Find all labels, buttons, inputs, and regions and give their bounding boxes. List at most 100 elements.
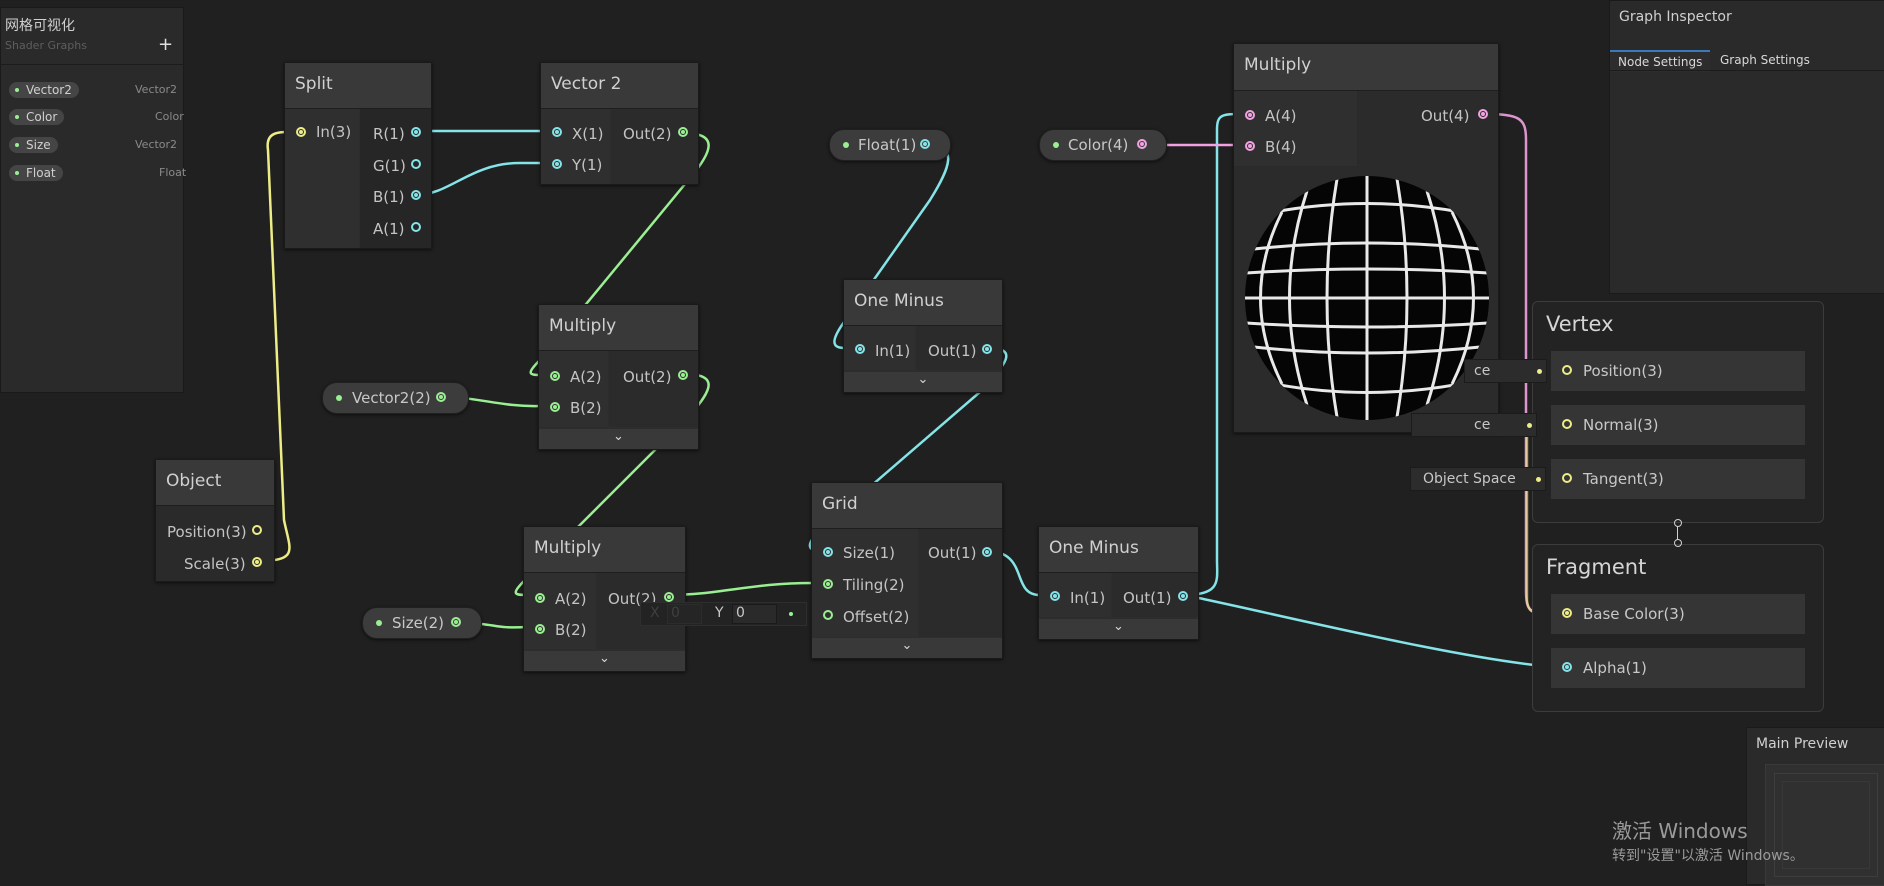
vertex-position-block[interactable]: Position(3): [1550, 350, 1806, 392]
output-port[interactable]: [411, 190, 421, 200]
output-port[interactable]: [451, 617, 461, 627]
property-chip[interactable]: Color: [9, 109, 65, 125]
vector2-node[interactable]: Vector 2 X(1) Y(1) Out(2): [540, 62, 699, 185]
offset-y-input[interactable]: 0: [732, 604, 777, 624]
multiply-node[interactable]: Multiply A(2) B(2) Out(2) ⌄: [538, 304, 699, 450]
object-node[interactable]: Object Position(3) Scale(3): [155, 459, 275, 582]
input-port[interactable]: [552, 159, 562, 169]
vector2-property-node[interactable]: Vector2(2): [322, 382, 469, 414]
add-property-button[interactable]: +: [158, 34, 173, 55]
property-chip[interactable]: Float: [9, 165, 63, 181]
vertex-normal-block[interactable]: Normal(3): [1550, 404, 1806, 446]
output-port[interactable]: [678, 127, 688, 137]
node-preview: [1234, 167, 1498, 432]
input-port[interactable]: [855, 344, 865, 354]
input-port[interactable]: [823, 610, 833, 620]
input-port[interactable]: [823, 579, 833, 589]
output-port[interactable]: [1137, 139, 1147, 149]
offset-x-input[interactable]: 0: [667, 604, 702, 624]
fragment-base-color-block[interactable]: Base Color(3): [1550, 593, 1806, 635]
offset-field[interactable]: X 0 Y 0: [640, 602, 807, 626]
blackboard-divider: [1, 64, 183, 65]
multiply-node[interactable]: Multiply A(2) B(2) Out(2) ⌄: [523, 526, 686, 672]
output-port[interactable]: [252, 525, 262, 535]
expand-chevron-icon[interactable]: ⌄: [812, 638, 1002, 658]
vertex-context[interactable]: Vertex Position(3) Normal(3) Tangent(3): [1532, 301, 1824, 523]
port-label: Out(4): [1421, 107, 1470, 125]
blackboard-panel[interactable]: 网格可视化 Shader Graphs + Vector2 Vector2 Co…: [0, 7, 186, 393]
color-property-node[interactable]: Color(4): [1039, 129, 1167, 161]
input-port[interactable]: [535, 624, 545, 634]
offset-y-label: Y: [715, 605, 724, 621]
context-title: Vertex: [1546, 312, 1614, 336]
port-label: Offset(2): [843, 608, 910, 626]
normal-space-dropdown[interactable]: ce: [1411, 413, 1537, 437]
input-port[interactable]: [550, 371, 560, 381]
grid-node[interactable]: Grid Size(1) Tiling(2) Offset(2) Out(1) …: [811, 482, 1003, 659]
property-label: Float(1): [858, 136, 917, 154]
sphere-grid-preview-icon: [1245, 176, 1489, 420]
float-property-node[interactable]: Float(1): [829, 129, 951, 161]
port-label: In(1): [1070, 589, 1106, 607]
fragment-context[interactable]: Fragment Base Color(3) Alpha(1): [1532, 544, 1824, 712]
output-port[interactable]: [1478, 109, 1488, 119]
input-port[interactable]: [296, 127, 306, 137]
input-port[interactable]: [1245, 110, 1255, 120]
tab-label: Node Settings: [1618, 55, 1703, 69]
input-port[interactable]: [550, 402, 560, 412]
property-type: Vector2: [135, 138, 178, 151]
output-port[interactable]: [252, 557, 262, 567]
output-port[interactable]: [678, 370, 688, 380]
input-port[interactable]: [823, 547, 833, 557]
property-chip[interactable]: Vector2: [9, 82, 79, 98]
tab-node-settings[interactable]: Node Settings: [1610, 50, 1710, 72]
wire-b-to-y: [415, 161, 556, 197]
output-port[interactable]: [982, 344, 992, 354]
output-port[interactable]: [411, 222, 421, 232]
output-port[interactable]: [411, 127, 421, 137]
watermark-line2: 转到"设置"以激活 Windows。: [1612, 848, 1804, 864]
input-port[interactable]: [1050, 591, 1060, 601]
node-title: Multiply: [539, 305, 698, 351]
tab-graph-settings[interactable]: Graph Settings: [1712, 52, 1822, 70]
watermark-line1: 激活 Windows: [1612, 819, 1748, 843]
fragment-alpha-block[interactable]: Alpha(1): [1550, 647, 1806, 689]
input-port[interactable]: [552, 127, 562, 137]
input-port[interactable]: [1562, 419, 1572, 429]
graph-inspector-panel[interactable]: Graph Inspector Node Settings Graph Sett…: [1609, 0, 1884, 294]
expand-chevron-icon[interactable]: ⌄: [1039, 619, 1198, 639]
one-minus-node[interactable]: One Minus In(1) Out(1) ⌄: [843, 279, 1003, 393]
vertex-tangent-block[interactable]: Tangent(3): [1550, 458, 1806, 500]
property-label: Vector2(2): [352, 389, 431, 407]
input-port[interactable]: [1562, 473, 1572, 483]
output-port[interactable]: [436, 392, 446, 402]
input-port[interactable]: [535, 593, 545, 603]
position-space-dropdown[interactable]: ce: [1464, 359, 1547, 383]
input-port[interactable]: [1562, 662, 1572, 672]
multiply-preview-node[interactable]: Multiply A(4) B(4) Out(4): [1233, 43, 1499, 433]
expand-chevron-icon[interactable]: ⌄: [539, 429, 698, 449]
output-port[interactable]: [920, 139, 930, 149]
output-port[interactable]: [664, 592, 674, 602]
output-port[interactable]: [1178, 591, 1188, 601]
expand-chevron-icon[interactable]: ⌄: [844, 372, 1002, 392]
port-label: Scale(3): [184, 555, 246, 573]
node-title: Multiply: [524, 527, 685, 573]
context-title: Fragment: [1546, 555, 1647, 579]
output-port[interactable]: [411, 159, 421, 169]
node-title: Grid: [812, 483, 1002, 529]
one-minus-node[interactable]: One Minus In(1) Out(1) ⌄: [1038, 526, 1199, 640]
output-port[interactable]: [982, 547, 992, 557]
port-label: Out(2): [623, 368, 672, 386]
input-port[interactable]: [1245, 141, 1255, 151]
property-chip[interactable]: Size: [9, 137, 58, 153]
blackboard-subtitle: Shader Graphs: [5, 39, 87, 52]
input-port[interactable]: [1562, 365, 1572, 375]
expand-chevron-icon[interactable]: ⌄: [524, 651, 685, 671]
split-node[interactable]: Split In(3) R(1) G(1) B(1) A(1): [284, 62, 432, 249]
port-label: Tiling(2): [843, 576, 905, 594]
property-type: Color: [155, 110, 184, 123]
tangent-space-dropdown[interactable]: Object Space: [1410, 467, 1546, 491]
size-property-node[interactable]: Size(2): [362, 607, 482, 639]
input-port[interactable]: [1562, 608, 1572, 618]
